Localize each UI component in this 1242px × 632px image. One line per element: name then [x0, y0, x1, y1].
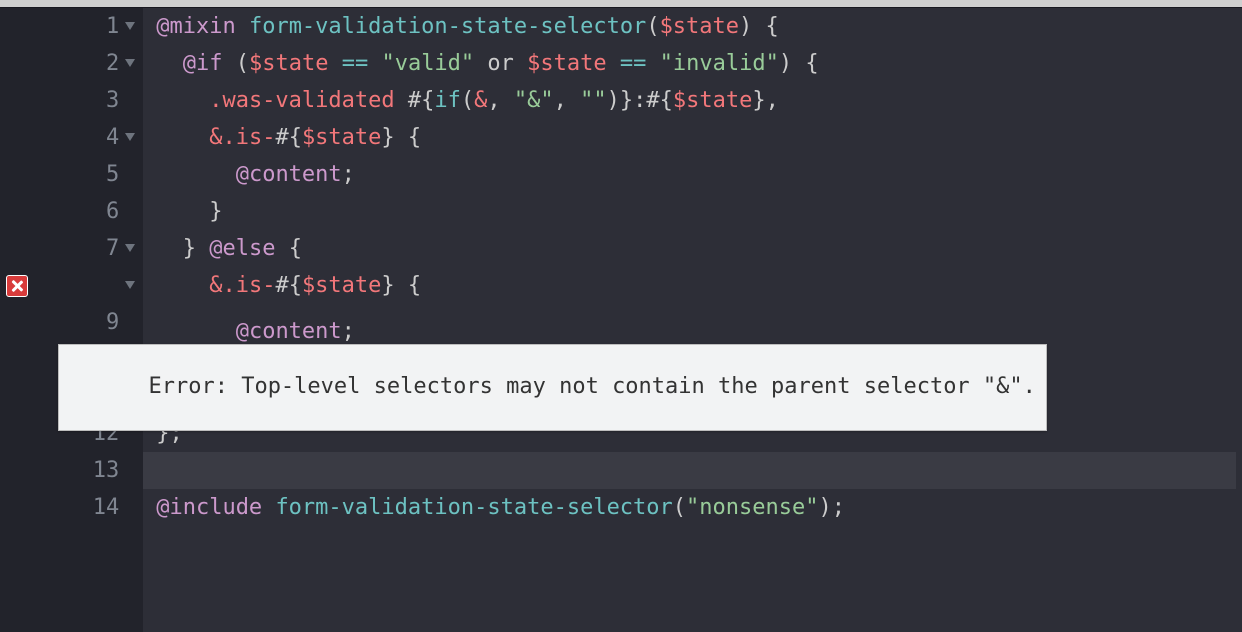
code-line[interactable]: @mixin form-validation-state-selector($s…: [143, 8, 1242, 45]
selector: .is-: [222, 125, 275, 150]
variable: $state: [302, 125, 381, 150]
string: "invalid": [660, 51, 779, 76]
parent-ref: &: [209, 273, 222, 298]
function: if: [434, 88, 461, 113]
parent-ref: &: [209, 125, 222, 150]
mixin-name: form-validation-state-selector: [249, 14, 646, 39]
window-top-border: [0, 0, 1242, 7]
code-line[interactable]: @if ($state == "valid" or $state == "inv…: [143, 45, 1242, 82]
string: "": [580, 88, 607, 113]
gutter-line[interactable]: 3: [0, 82, 143, 119]
code-line[interactable]: } @else {: [143, 230, 1242, 267]
editor-frame: 1 2 3 4 5 6 7 8 9 10 11 12 13 14 @mixin …: [0, 0, 1242, 632]
code-line[interactable]: [143, 452, 1242, 489]
error-tooltip: Error: Top-level selectors may not conta…: [58, 344, 1047, 431]
line-number: 13: [93, 458, 120, 483]
gutter-line[interactable]: 7: [0, 230, 143, 267]
code-editor[interactable]: 1 2 3 4 5 6 7 8 9 10 11 12 13 14 @mixin …: [0, 8, 1242, 632]
line-number: 5: [106, 162, 119, 187]
string: "&": [514, 88, 554, 113]
line-number: 7: [106, 236, 119, 261]
line-number: 1: [106, 14, 119, 39]
code-line[interactable]: .was-validated #{if(&, "&", "")}:#{$stat…: [143, 82, 1242, 119]
code-line[interactable]: @include form-validation-state-selector(…: [143, 489, 1242, 526]
error-icon[interactable]: [6, 275, 28, 297]
variable: $state: [660, 14, 739, 39]
gutter-line[interactable]: 8: [0, 267, 143, 304]
keyword: @include: [156, 495, 262, 520]
code-line[interactable]: &.is-#{$state} {: [143, 267, 1242, 304]
gutter-line[interactable]: 5: [0, 156, 143, 193]
gutter-line[interactable]: 14: [0, 489, 143, 526]
keyword: @else: [209, 236, 275, 261]
error-tooltip-text: Error: Top-level selectors may not conta…: [148, 374, 1035, 399]
selector: .is-: [222, 273, 275, 298]
variable: $state: [249, 51, 328, 76]
gutter-line[interactable]: 9: [0, 304, 143, 341]
gutter-line[interactable]: 4: [0, 119, 143, 156]
keyword: @if: [183, 51, 223, 76]
line-number: 14: [93, 495, 120, 520]
include-name: form-validation-state-selector: [275, 495, 672, 520]
code-line[interactable]: }: [143, 193, 1242, 230]
keyword: @content: [236, 162, 342, 187]
line-number: 6: [106, 199, 119, 224]
string: "nonsense": [686, 495, 818, 520]
line-number: 3: [106, 88, 119, 113]
line-number: 4: [106, 125, 119, 150]
selector: .was-validated: [209, 88, 394, 113]
line-number: 2: [106, 51, 119, 76]
gutter-line[interactable]: 1: [0, 8, 143, 45]
gutter-line[interactable]: 6: [0, 193, 143, 230]
line-number: 9: [106, 310, 119, 335]
string: "valid": [381, 51, 474, 76]
gutter-line[interactable]: 2: [0, 45, 143, 82]
parent-ref: &: [474, 88, 487, 113]
keyword: @mixin: [156, 14, 235, 39]
code-line[interactable]: @content;: [143, 156, 1242, 193]
code-area[interactable]: @mixin form-validation-state-selector($s…: [143, 8, 1242, 632]
variable: $state: [673, 88, 752, 113]
variable: $state: [302, 273, 381, 298]
vertical-scrollbar[interactable]: [1236, 8, 1242, 632]
gutter-line[interactable]: 13: [0, 452, 143, 489]
variable: $state: [527, 51, 606, 76]
code-line[interactable]: &.is-#{$state} {: [143, 119, 1242, 156]
gutter[interactable]: 1 2 3 4 5 6 7 8 9 10 11 12 13 14: [0, 8, 143, 632]
